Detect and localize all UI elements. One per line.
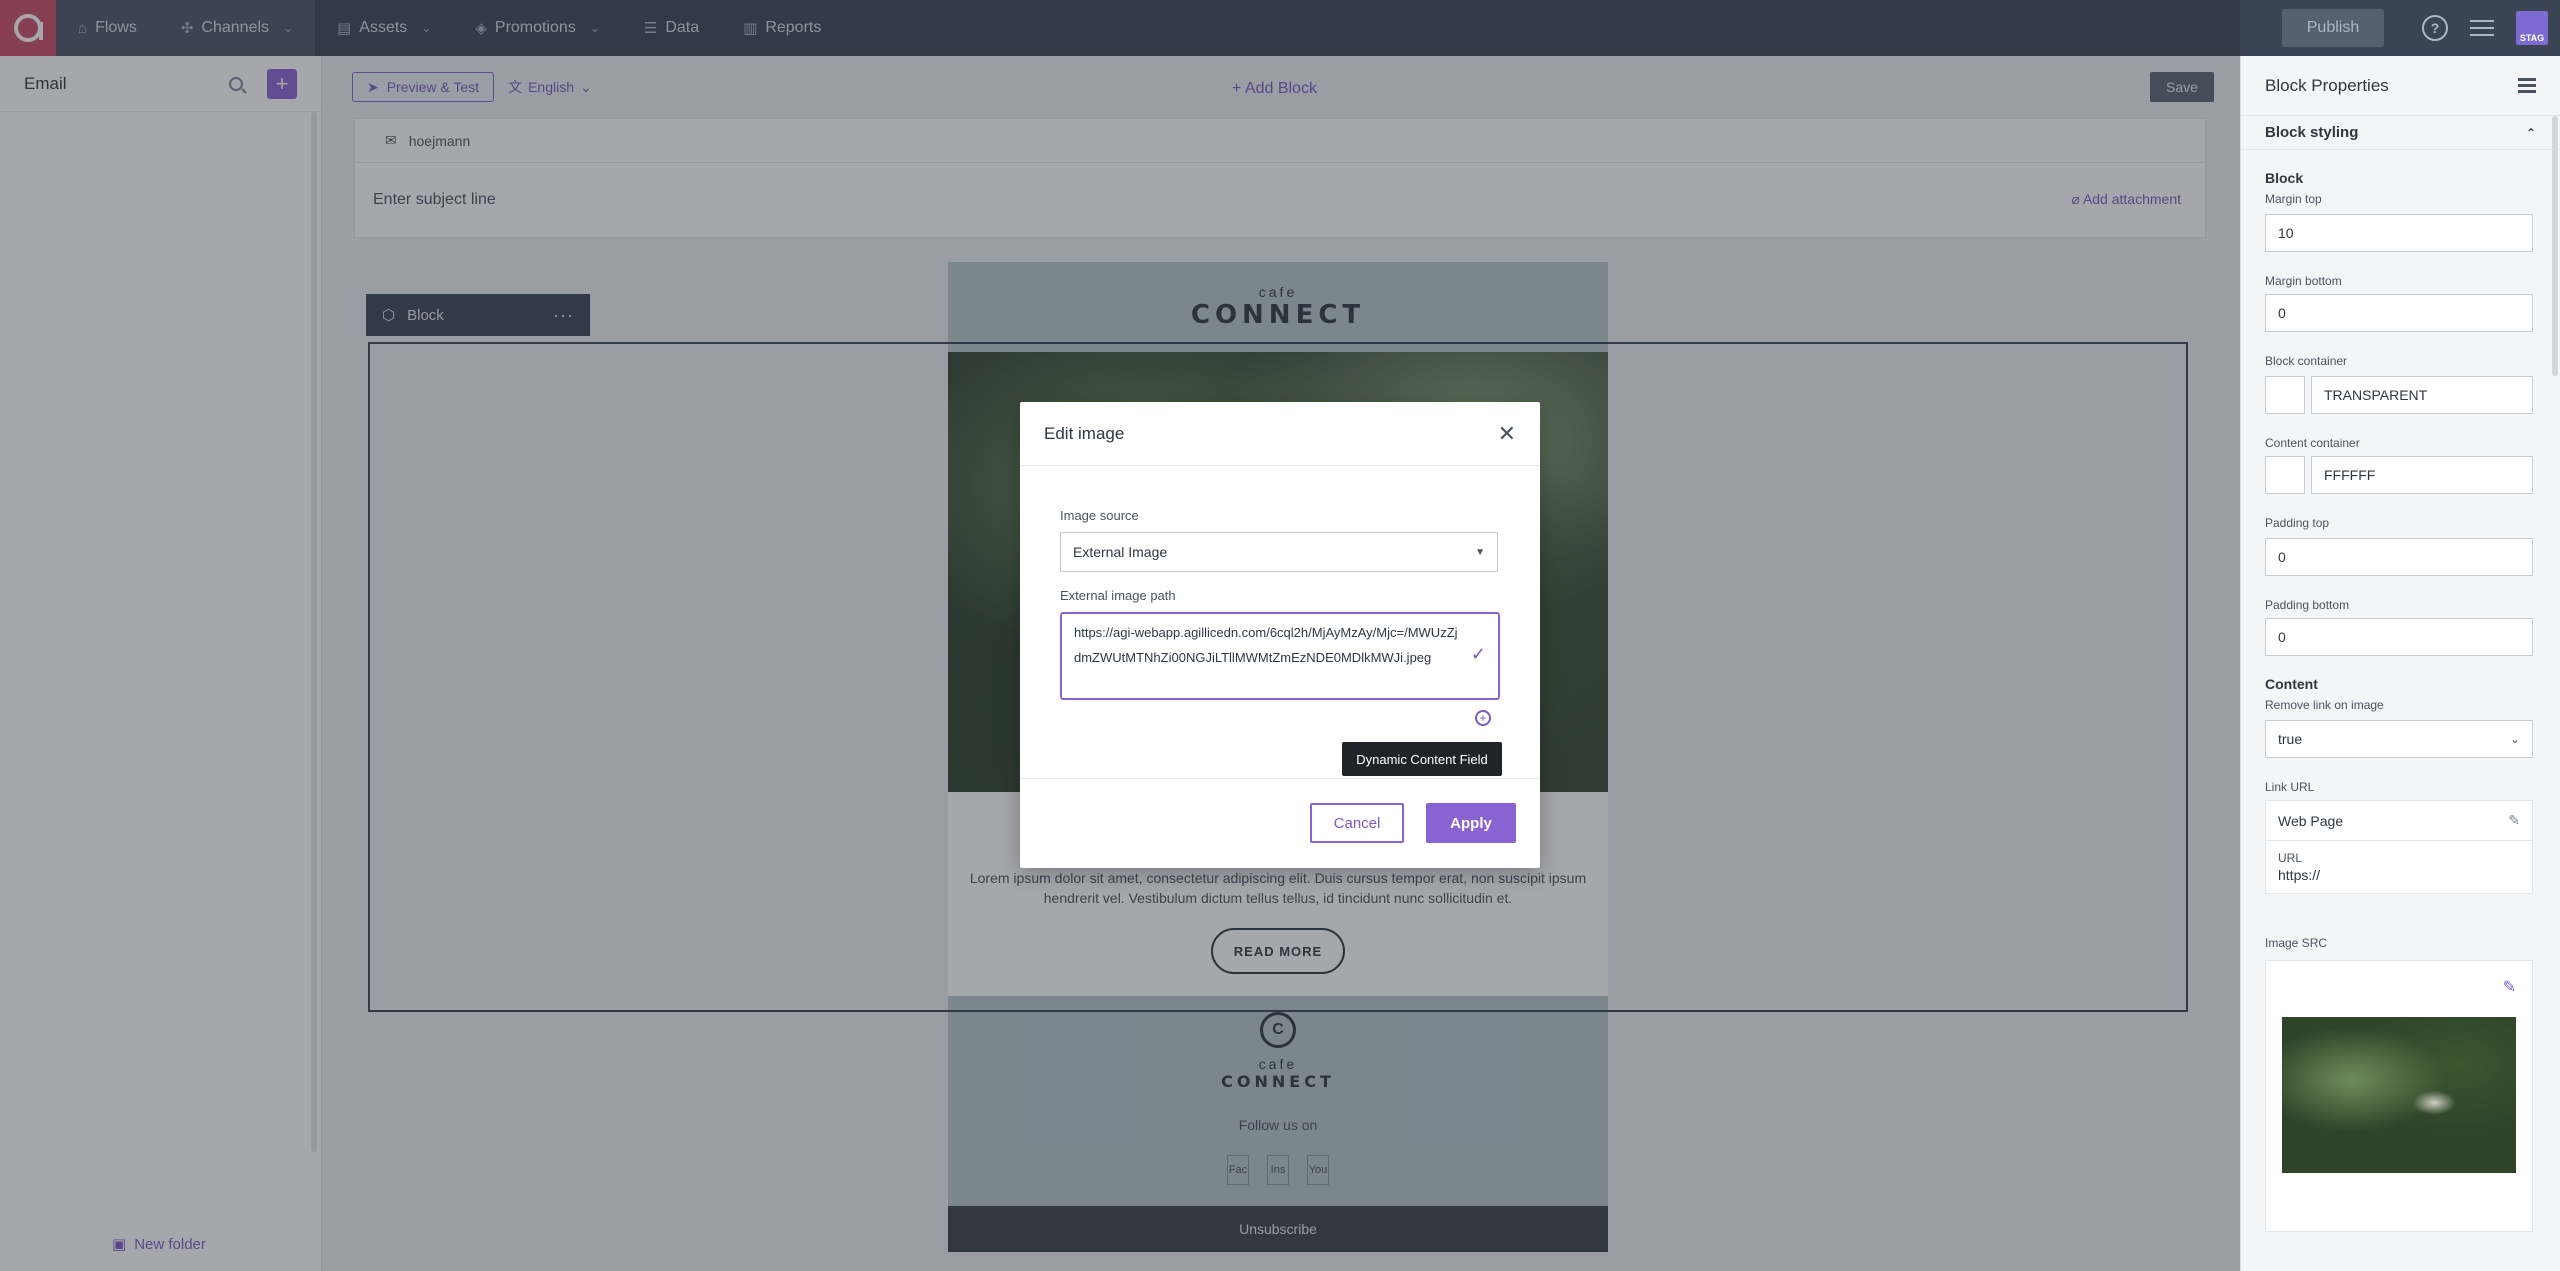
modal-footer: Cancel Apply — [1020, 778, 1540, 868]
panel-scrollbar[interactable] — [2552, 116, 2558, 376]
margin-bottom-input[interactable]: 0 — [2265, 294, 2533, 332]
section-title: Block styling — [2265, 124, 2359, 141]
link-type-row[interactable]: Web Page ✎ — [2266, 801, 2532, 841]
link-url-label: Link URL — [2265, 780, 2315, 794]
modal-title: Edit image — [1044, 423, 1125, 443]
block-container-swatch[interactable] — [2265, 376, 2305, 414]
edit-image-modal: Edit image ✕ Image source External Image… — [1020, 402, 1540, 868]
block-container-input[interactable]: TRANSPARENT — [2311, 376, 2533, 414]
padding-bottom-label: Padding bottom — [2265, 598, 2350, 612]
remove-link-label: Remove link on image — [2265, 698, 2384, 712]
close-icon[interactable]: ✕ — [1498, 421, 1516, 447]
block-container-label: Block container — [2265, 354, 2348, 368]
nav-right: Publish ? STAG — [2282, 0, 2560, 56]
pencil-icon[interactable]: ✎ — [2503, 977, 2516, 997]
menu-icon[interactable] — [2518, 75, 2536, 96]
url-value: https:// — [2278, 867, 2321, 883]
link-type-value: Web Page — [2278, 812, 2344, 829]
chevron-up-icon: ⌃ — [2525, 125, 2536, 140]
external-path-label: External image path — [1060, 588, 1176, 603]
margin-top-label: Margin top — [2265, 192, 2322, 206]
image-source-label: Image source — [1060, 508, 1139, 523]
panel-header: Block Properties — [2241, 56, 2560, 116]
padding-top-label: Padding top — [2265, 516, 2330, 530]
cancel-button[interactable]: Cancel — [1310, 803, 1404, 843]
tooltip: Dynamic Content Field — [1342, 742, 1502, 776]
remove-link-select[interactable]: true ⌄ — [2265, 720, 2533, 758]
block-styling-section[interactable]: Block styling ⌃ — [2241, 116, 2560, 150]
check-icon: ✓ — [1470, 644, 1486, 664]
content-container-input[interactable]: FFFFFF — [2311, 456, 2533, 494]
image-src-label: Image SRC — [2265, 936, 2328, 950]
link-url-box: Web Page ✎ URL https:// — [2265, 800, 2533, 894]
padding-bottom-input[interactable]: 0 — [2265, 618, 2533, 656]
padding-top-input[interactable]: 0 — [2265, 538, 2533, 576]
image-src-box: ✎ — [2265, 960, 2533, 1232]
caret-down-icon: ▼ — [1475, 546, 1485, 558]
stage-badge[interactable]: STAG — [2516, 11, 2548, 45]
apply-button[interactable]: Apply — [1426, 803, 1516, 843]
content-subhead: Content — [2265, 676, 2318, 692]
panel-title: Block Properties — [2265, 75, 2389, 95]
url-label: URL — [2278, 851, 2303, 865]
external-path-input[interactable]: https://agi-webapp.agillicedn.com/6cql2h… — [1060, 612, 1500, 700]
dynamic-content-icon[interactable]: + — [1475, 710, 1491, 726]
block-properties-panel: Block Properties Block styling ⌃ Block M… — [2240, 56, 2560, 1271]
margin-bottom-label: Margin bottom — [2265, 274, 2342, 288]
block-subhead: Block — [2265, 170, 2304, 186]
image-thumbnail[interactable] — [2282, 1017, 2516, 1173]
settings-sliders-icon[interactable] — [2470, 15, 2494, 41]
margin-top-input[interactable]: 10 — [2265, 214, 2533, 252]
image-source-select[interactable]: External Image ▼ — [1060, 532, 1498, 572]
help-icon[interactable]: ? — [2422, 15, 2448, 41]
content-container-label: Content container — [2265, 436, 2360, 450]
url-field[interactable]: URL https:// — [2266, 841, 2532, 893]
publish-button[interactable]: Publish — [2282, 9, 2384, 47]
external-path-value: https://agi-webapp.agillicedn.com/6cql2h… — [1074, 625, 1458, 665]
modal-header: Edit image ✕ — [1020, 402, 1540, 466]
pencil-icon[interactable]: ✎ — [2508, 812, 2520, 829]
content-container-swatch[interactable] — [2265, 456, 2305, 494]
chevron-down-icon: ⌄ — [2509, 732, 2520, 746]
image-source-value: External Image — [1073, 544, 1168, 560]
remove-link-value: true — [2278, 731, 2303, 747]
